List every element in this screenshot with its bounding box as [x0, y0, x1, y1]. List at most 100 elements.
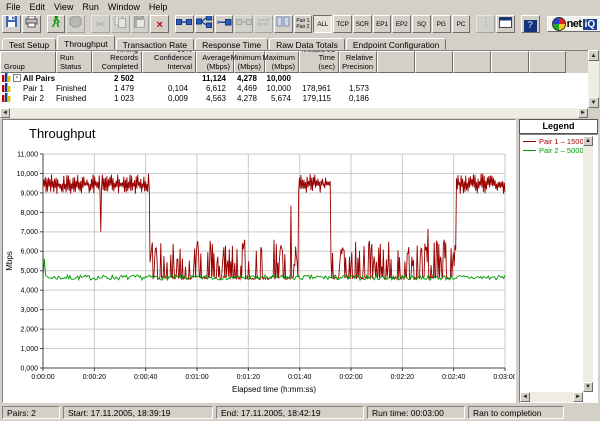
filter-tcp-button[interactable]: TCP [333, 15, 352, 33]
column-header-minimum[interactable]: Minimum (Mbps) [234, 51, 265, 73]
clear-button[interactable]: × [150, 15, 169, 33]
add-pair-button[interactable] [175, 15, 194, 33]
logo-iq-text: iQ [583, 19, 598, 30]
edit-pair-button[interactable] [234, 15, 253, 33]
filter-sq-button[interactable]: SQ [412, 15, 431, 33]
scroll-left-icon[interactable]: ◄ [0, 108, 10, 118]
column-header-empty[interactable] [415, 51, 453, 73]
scroll-track[interactable] [530, 392, 573, 402]
column-header-empty[interactable] [453, 51, 491, 73]
value-cell: 2 502 [92, 74, 142, 83]
edit-pair-icon [236, 15, 252, 33]
tab-test-setup[interactable]: Test Setup [2, 38, 56, 50]
column-header-empty[interactable] [377, 51, 415, 73]
legend-horizontal-scrollbar[interactable]: ◄► [520, 392, 583, 402]
scroll-left-icon[interactable]: ◄ [520, 392, 530, 402]
menu-view[interactable]: View [51, 2, 79, 12]
filter-all-button[interactable]: ALL [313, 15, 332, 33]
table-horizontal-scrollbar[interactable]: ◄► [0, 108, 588, 118]
column-header-empty[interactable] [491, 51, 529, 73]
save-button[interactable] [2, 15, 21, 33]
svg-text:0:02:00: 0:02:00 [339, 374, 362, 381]
paste-button[interactable] [131, 15, 150, 33]
scroll-right-icon[interactable]: ► [573, 392, 583, 402]
help-button[interactable]: ? [521, 15, 540, 33]
add-group-button[interactable] [195, 15, 214, 33]
new-window-button[interactable] [496, 15, 515, 33]
scroll-track[interactable] [588, 61, 599, 97]
print-button[interactable] [22, 15, 41, 33]
svg-text:0:00:00: 0:00:00 [31, 374, 54, 381]
svg-text:8,000: 8,000 [20, 210, 38, 217]
column-header-empty[interactable] [529, 51, 566, 73]
cut-button[interactable]: ✂ [91, 15, 110, 33]
tab-transaction-rate[interactable]: Transaction Rate [116, 38, 194, 50]
menu-help[interactable]: Help [146, 2, 174, 12]
column-header-group[interactable]: Group [0, 51, 56, 73]
column-header-average[interactable]: Average (Mbps) [196, 51, 234, 73]
svg-text:3,000: 3,000 [20, 307, 38, 314]
menu-edit[interactable]: Edit [27, 2, 52, 12]
column-header-95-confidence[interactable]: 95% Confidence Interval [142, 51, 196, 73]
run-status-cell: Finished [56, 84, 92, 93]
filter-ep2-button[interactable]: EP2 [392, 15, 411, 33]
filter-pc-button[interactable]: PC [452, 15, 471, 33]
filter-pg-button[interactable]: PG [432, 15, 451, 33]
status-field-0: Pairs: 2 [2, 406, 60, 419]
tab-raw-data-totals[interactable]: Raw Data Totals [269, 38, 345, 50]
scroll-up-icon[interactable]: ▲ [583, 136, 593, 146]
menu-window[interactable]: Window [105, 2, 146, 12]
stop-button[interactable] [66, 15, 85, 33]
copy-button[interactable] [111, 15, 130, 33]
tab-response-time[interactable]: Response Time [195, 38, 268, 50]
scroll-down-icon[interactable]: ▼ [583, 382, 593, 392]
comment-button[interactable] [476, 15, 495, 33]
column-header-relative[interactable]: Relative Precision [339, 51, 377, 73]
svg-text:2,000: 2,000 [20, 326, 38, 333]
collapse-expander[interactable]: - [13, 74, 21, 82]
value-cell: 4,278 [234, 94, 265, 103]
add-pair-icon [176, 15, 192, 33]
column-header-run-status[interactable]: Run Status [56, 51, 92, 73]
menu-run[interactable]: Run [79, 2, 105, 12]
tab-throughput[interactable]: Throughput [57, 35, 114, 50]
swap-pair-button[interactable] [254, 15, 273, 33]
filter-scr-button[interactable]: SCR [353, 15, 372, 33]
column-header-timing-records[interactable]: Timing Records Completed [92, 51, 142, 73]
scroll-track[interactable] [10, 108, 578, 118]
filter-ep1-button[interactable]: EP1 [373, 15, 392, 33]
toolbar: ✂×Pair 1 Pair 2ALLTCPSCREP1EP2SQPGPC?net… [0, 13, 600, 35]
delete-icon: × [156, 15, 162, 33]
pair-filter-button[interactable]: Pair 1 Pair 2 [294, 15, 313, 33]
table-row[interactable]: -All Pairs2 50211,1244,27810,000 [0, 73, 588, 83]
table-header: GroupRun StatusTiming Records Completed9… [0, 51, 588, 73]
scroll-track[interactable] [583, 146, 593, 382]
value-cell: 0,186 [339, 94, 377, 103]
scroll-up-icon[interactable]: ▲ [588, 50, 599, 61]
table-row[interactable]: Pair 2Finished1 0230,0094,5634,2785,6741… [0, 93, 588, 103]
svg-text:5,000: 5,000 [20, 268, 38, 275]
window-icon [499, 15, 512, 33]
run-button[interactable] [47, 15, 66, 33]
table-row[interactable]: Pair 1Finished1 4790,1046,6124,46910,000… [0, 83, 588, 93]
value-cell: 0,009 [142, 94, 196, 103]
legend-line-swatch [523, 141, 536, 142]
tab-endpoint-configuration[interactable]: Endpoint Configuration [346, 38, 446, 50]
svg-text:10,000: 10,000 [17, 171, 39, 178]
paste-icon [133, 15, 146, 33]
scroll-right-icon[interactable]: ► [578, 108, 588, 118]
group-label: All Pairs [23, 74, 55, 83]
value-cell: 11,124 [196, 74, 234, 83]
reorder-pairs-button[interactable] [274, 15, 293, 33]
reorder-pairs-icon [276, 15, 290, 33]
legend-vertical-scrollbar[interactable]: ▲▼ [583, 136, 593, 392]
column-header-maximum[interactable]: Maximum (Mbps) [265, 51, 299, 73]
scroll-down-icon[interactable]: ▼ [588, 97, 599, 108]
add-endpoint-button[interactable] [215, 15, 234, 33]
table-vertical-scrollbar[interactable]: ▲▼ [588, 50, 599, 108]
menu-bar: FileEditViewRunWindowHelp [0, 0, 600, 13]
value-cell: 4,563 [196, 94, 234, 103]
column-header-measured[interactable]: Measured Time (sec) [299, 51, 339, 73]
svg-text:Mbps: Mbps [5, 251, 14, 271]
menu-file[interactable]: File [3, 2, 27, 12]
